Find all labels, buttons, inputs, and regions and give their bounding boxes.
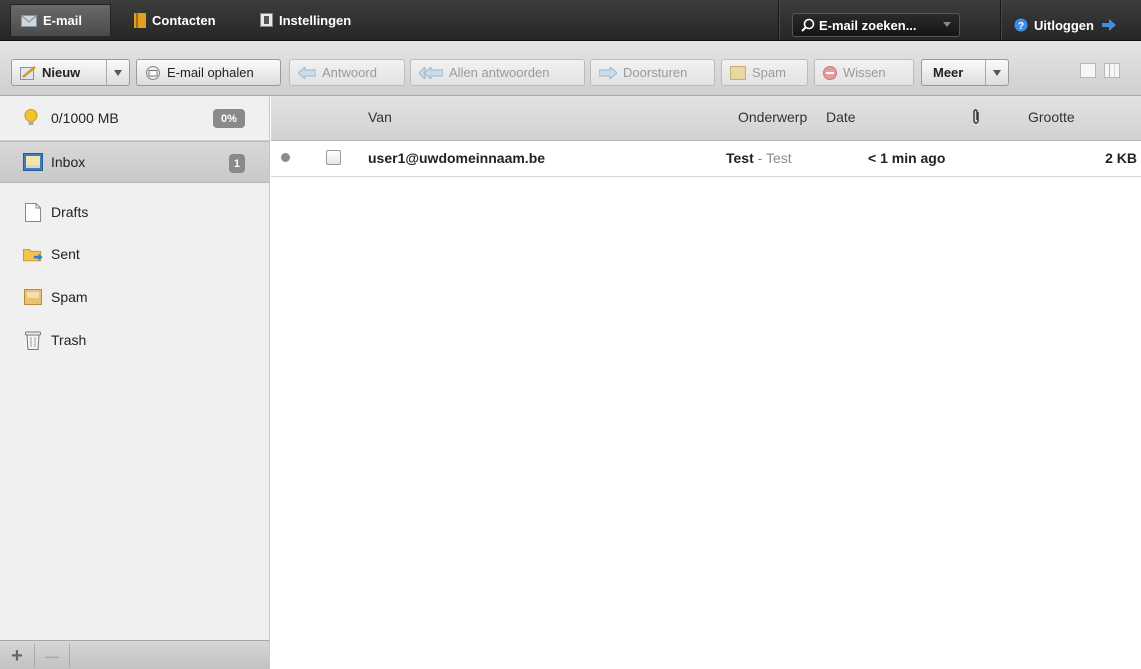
spam-icon: [730, 65, 746, 80]
fetch-mail-icon: [145, 65, 161, 80]
help-icon[interactable]: ?: [1014, 18, 1028, 32]
logout-label: Uitloggen: [1034, 17, 1094, 33]
folder-label: Drafts: [51, 204, 89, 220]
more-button[interactable]: Meer: [921, 59, 1009, 86]
remove-folder-button[interactable]: —: [35, 644, 70, 668]
search-label: E-mail zoeken...: [819, 17, 917, 33]
read-status-icon[interactable]: [281, 153, 290, 162]
forward-label: Doorsturen: [623, 65, 688, 80]
sidebar-item-spam[interactable]: Spam: [0, 277, 269, 317]
reply-all-label: Allen antwoorden: [449, 65, 550, 80]
delete-icon: [823, 65, 837, 80]
storage-quota: 0/1000 MB 0%: [0, 96, 269, 141]
sent-icon: [23, 245, 43, 263]
column-size[interactable]: Grootte: [1028, 109, 1075, 125]
fetch-mail-label: E-mail ophalen: [167, 65, 254, 80]
envelope-icon: [21, 14, 37, 27]
forward-button[interactable]: Doorsturen: [590, 59, 715, 86]
arrow-right-icon: [1101, 19, 1116, 31]
trash-icon: [23, 331, 43, 350]
reply-all-icon: [419, 66, 443, 79]
new-label: Nieuw: [42, 65, 81, 80]
preview-text: Test: [765, 150, 792, 166]
compose-icon: [20, 65, 36, 80]
add-folder-button[interactable]: +: [0, 644, 35, 668]
message-from: user1@uwdomeinnaam.be: [368, 150, 546, 166]
tab-settings-label: Instellingen: [279, 12, 352, 28]
spam-button[interactable]: Spam: [721, 59, 808, 86]
more-label: Meer: [933, 65, 964, 80]
sidebar-item-drafts[interactable]: Drafts: [0, 192, 269, 232]
message-list-header: Van Onderwerp Date Grootte: [271, 96, 1141, 141]
chevron-down-icon: [114, 69, 122, 76]
layout-switcher: [1080, 63, 1120, 78]
quota-percent-badge: 0%: [213, 109, 245, 128]
new-dropdown-toggle[interactable]: [106, 60, 129, 85]
message-subject: Test - Test: [726, 150, 792, 166]
reply-all-button[interactable]: Allen antwoorden: [410, 59, 585, 86]
folder-label: Spam: [51, 289, 88, 305]
message-date: < 1 min ago: [868, 150, 946, 166]
address-book-icon: [134, 12, 146, 28]
settings-icon: [260, 13, 273, 27]
attachment-icon[interactable]: [971, 109, 981, 125]
spam-icon: [23, 288, 43, 306]
top-navigation-bar: E-mail Contacten Instellingen E-mail zoe…: [0, 0, 1141, 41]
spam-label: Spam: [752, 65, 786, 80]
subject-separator: -: [753, 150, 766, 166]
sidebar-item-inbox[interactable]: Inbox 1: [0, 141, 269, 183]
tab-email[interactable]: E-mail: [10, 4, 111, 36]
column-subject[interactable]: Onderwerp: [738, 109, 807, 125]
layout-three-column-icon[interactable]: [1104, 63, 1120, 78]
forward-icon: [599, 66, 617, 79]
tab-settings[interactable]: Instellingen: [250, 4, 361, 36]
message-size: 2 KB: [1105, 150, 1137, 166]
quota-label: 0/1000 MB: [51, 110, 119, 126]
unread-count-badge: 1: [228, 154, 245, 173]
drafts-icon: [23, 202, 43, 222]
sidebar-footer: + —: [0, 640, 269, 669]
search-icon: [801, 18, 815, 32]
sidebar-item-trash[interactable]: Trash: [0, 320, 269, 360]
folder-label: Inbox: [51, 154, 86, 170]
toolbar: Nieuw E-mail ophalen Antwoord Allen antw…: [0, 41, 1141, 96]
inbox-icon: [23, 153, 43, 171]
row-checkbox[interactable]: [326, 150, 341, 165]
tab-contacts-label: Contacten: [152, 12, 216, 28]
layout-single-pane-icon[interactable]: [1080, 63, 1096, 78]
delete-label: Wissen: [843, 65, 886, 80]
folder-sidebar: 0/1000 MB 0% Inbox 1 Drafts Sent Spam Tr…: [0, 96, 270, 669]
reply-label: Antwoord: [322, 65, 377, 80]
folder-label: Sent: [51, 246, 80, 262]
column-date[interactable]: Date: [826, 109, 856, 125]
reply-icon: [298, 66, 316, 79]
logout-button[interactable]: ? Uitloggen: [1014, 12, 1116, 38]
tab-contacts[interactable]: Contacten: [124, 4, 226, 36]
lightbulb-icon: [24, 109, 38, 127]
table-row[interactable]: user1@uwdomeinnaam.be Test - Test < 1 mi…: [271, 141, 1141, 177]
divider: [778, 0, 779, 40]
more-dropdown-toggle[interactable]: [985, 60, 1008, 85]
delete-button[interactable]: Wissen: [814, 59, 914, 86]
chevron-down-icon: [993, 69, 1001, 76]
svg-text:?: ?: [1018, 21, 1024, 32]
folder-label: Trash: [51, 332, 87, 348]
chevron-down-icon: [943, 22, 951, 27]
email-search[interactable]: E-mail zoeken...: [792, 13, 960, 37]
divider: [1000, 0, 1001, 40]
fetch-mail-button[interactable]: E-mail ophalen: [136, 59, 281, 86]
reply-button[interactable]: Antwoord: [289, 59, 405, 86]
sidebar-item-sent[interactable]: Sent: [0, 234, 269, 274]
new-button[interactable]: Nieuw: [11, 59, 130, 86]
tab-email-label: E-mail: [43, 13, 83, 28]
column-from[interactable]: Van: [368, 109, 392, 125]
subject-text: Test: [726, 150, 754, 166]
